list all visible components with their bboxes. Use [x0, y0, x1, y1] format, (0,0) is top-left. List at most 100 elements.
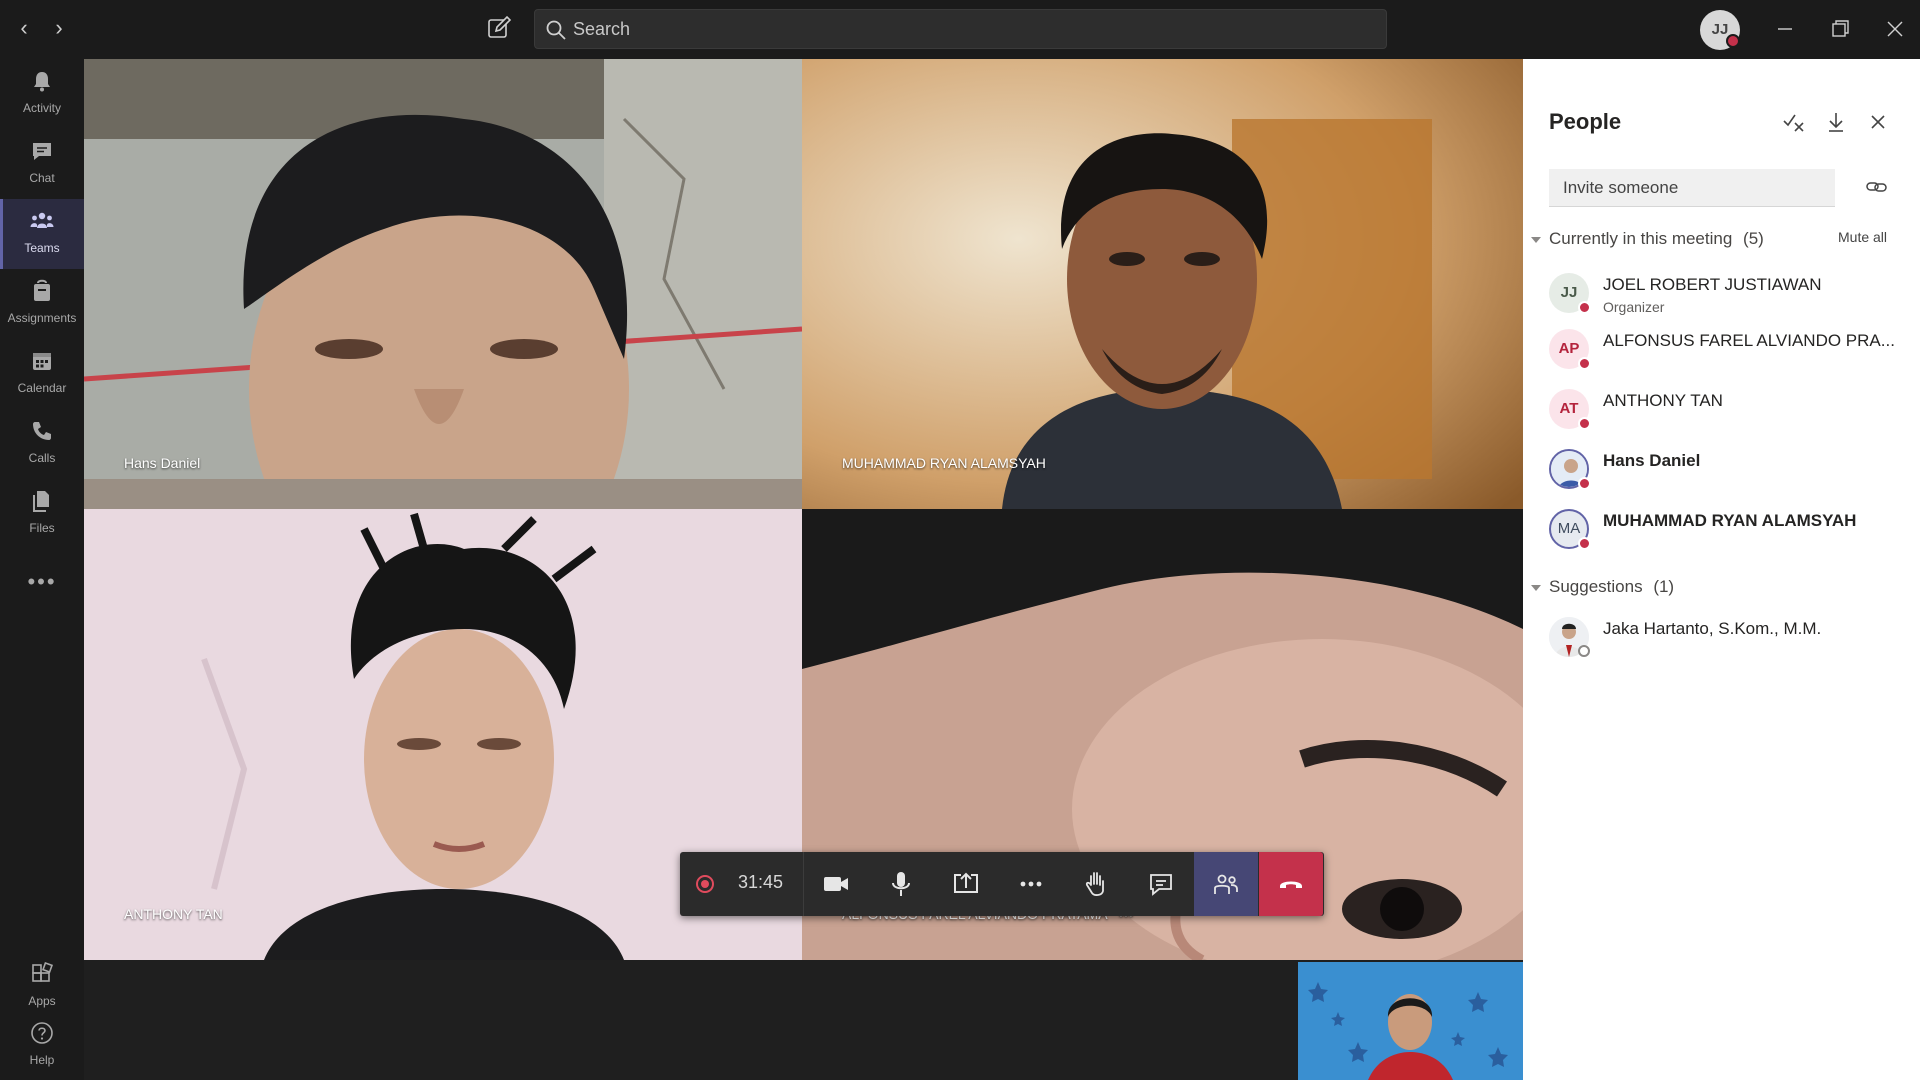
show-conversation-button[interactable]	[1129, 852, 1193, 916]
hang-up-button[interactable]	[1259, 852, 1323, 916]
video-tile-hans-daniel[interactable]: Hans Daniel	[84, 59, 802, 509]
section-count: (5)	[1743, 229, 1764, 248]
self-video	[1298, 962, 1523, 1080]
rail-item-chat[interactable]: Chat	[0, 129, 84, 199]
video-camera-icon	[824, 877, 848, 891]
rail-item-files[interactable]: Files	[0, 479, 84, 549]
section-count: (1)	[1653, 577, 1675, 596]
back-arrow-icon[interactable]: ‹	[12, 16, 36, 40]
suggestions-header[interactable]: Suggestions (1)	[1531, 577, 1674, 597]
busy-status-icon	[1726, 34, 1740, 48]
rail-item-calendar[interactable]: Calendar	[0, 339, 84, 409]
app-rail: Activity Chat Teams Assignments Calendar…	[0, 59, 84, 1080]
caret-down-icon	[1531, 236, 1541, 243]
manage-permissions-icon[interactable]	[1781, 109, 1807, 135]
mic-toggle-button[interactable]	[869, 852, 933, 916]
compose-icon[interactable]	[486, 15, 512, 41]
microphone-icon	[892, 872, 910, 896]
participant-name-label: Hans Daniel	[124, 455, 201, 471]
raise-hand-button[interactable]	[1064, 852, 1128, 916]
invite-someone-input[interactable]	[1549, 169, 1835, 207]
participant-row[interactable]: MA MUHAMMAD RYAN ALAMSYAH	[1523, 501, 1920, 557]
participant-row[interactable]: Hans Daniel	[1523, 441, 1920, 497]
busy-status-icon	[1578, 537, 1591, 550]
rail-label: Teams	[24, 241, 60, 255]
apps-icon	[32, 962, 54, 982]
assignments-icon	[34, 279, 50, 301]
user-initials: JJ	[1711, 21, 1729, 38]
more-dots-icon	[1020, 881, 1042, 887]
show-participants-button[interactable]	[1194, 852, 1258, 916]
mute-all-button[interactable]: Mute all	[1838, 229, 1887, 245]
rail-label: Apps	[28, 994, 56, 1008]
close-panel-icon[interactable]	[1865, 109, 1891, 135]
more-apps-icon[interactable]: •••	[0, 569, 84, 595]
hand-icon	[1085, 872, 1104, 896]
video-stage: Hans Daniel MUHAMMAD RYAN ALAMSYAH ANTHO…	[84, 59, 1523, 1080]
participant-name: JOEL ROBERT JUSTIAWAN	[1603, 275, 1822, 294]
people-panel: People Currently in this meeting (5) Mut…	[1523, 59, 1920, 1080]
participant-row[interactable]: JJ JOEL ROBERT JUSTIAWAN Organizer	[1523, 265, 1920, 321]
caret-down-icon	[1531, 584, 1541, 591]
rail-item-assignments[interactable]: Assignments	[0, 269, 84, 339]
suggestion-row[interactable]: Jaka Hartanto, S.Kom., M.M.	[1523, 609, 1920, 665]
participant-name: Hans Daniel	[1603, 451, 1701, 470]
download-attendance-icon[interactable]	[1823, 109, 1849, 135]
teams-icon	[30, 212, 54, 228]
participant-video	[84, 59, 802, 509]
chat-bubble-icon	[1150, 874, 1172, 896]
close-window-icon[interactable]	[1880, 14, 1910, 44]
participant-name: MUHAMMAD RYAN ALAMSYAH	[1603, 511, 1857, 530]
files-icon	[33, 491, 49, 512]
busy-status-icon	[1578, 357, 1591, 370]
rail-item-calls[interactable]: Calls	[0, 409, 84, 479]
participant-name: ANTHONY TAN	[1603, 391, 1723, 410]
rail-label: Calls	[28, 451, 56, 465]
busy-status-icon	[1578, 477, 1591, 490]
rail-label: Activity	[22, 101, 61, 115]
search-box[interactable]	[534, 9, 1387, 49]
participant-video	[802, 59, 1523, 509]
chat-icon	[33, 143, 51, 160]
participant-row[interactable]: AT ANTHONY TAN	[1523, 381, 1920, 437]
minimize-icon[interactable]	[1770, 14, 1800, 44]
avatar-initials: AT	[1559, 400, 1579, 417]
search-input[interactable]	[573, 10, 1373, 48]
calendar-icon	[33, 353, 51, 370]
busy-status-icon	[1578, 301, 1591, 314]
rail-item-help[interactable]: Help	[0, 1011, 84, 1080]
avatar-initials: JJ	[1560, 284, 1578, 301]
suggestion-name: Jaka Hartanto, S.Kom., M.M.	[1603, 619, 1822, 638]
participant-role: Organizer	[1603, 299, 1665, 315]
share-tray-icon	[954, 872, 978, 893]
participant-row[interactable]: AP ALFONSUS FAREL ALVIANDO PRA...	[1523, 321, 1920, 377]
self-view-video[interactable]	[1298, 962, 1523, 1080]
search-icon	[546, 20, 566, 40]
hang-up-phone-icon	[1280, 881, 1302, 888]
rail-label: Calendar	[17, 381, 67, 395]
busy-status-icon	[1578, 417, 1591, 430]
offline-status-icon	[1578, 645, 1590, 657]
participants-icon	[1214, 874, 1238, 894]
participant-name-label: ANTHONY TAN	[124, 906, 223, 922]
forward-arrow-icon[interactable]: ›	[47, 16, 71, 40]
camera-toggle-button[interactable]	[804, 852, 868, 916]
recording-icon	[696, 875, 714, 893]
call-timer: 31:45	[738, 872, 784, 892]
rail-label: Files	[29, 521, 55, 535]
more-actions-button[interactable]	[999, 852, 1063, 916]
restore-icon[interactable]	[1825, 14, 1855, 44]
rail-item-teams[interactable]: Teams	[0, 199, 84, 269]
current-participants-header[interactable]: Currently in this meeting (5)	[1531, 229, 1764, 249]
rail-label: Help	[29, 1053, 55, 1067]
bell-icon	[34, 72, 50, 92]
rail-item-activity[interactable]: Activity	[0, 59, 84, 129]
phone-icon	[33, 422, 51, 440]
video-tile-muhammad-ryan-alamsyah[interactable]: MUHAMMAD RYAN ALAMSYAH	[802, 59, 1523, 509]
section-label: Currently in this meeting	[1549, 229, 1733, 248]
rail-label: Chat	[29, 171, 55, 185]
participant-name: ALFONSUS FAREL ALVIANDO PRA...	[1603, 331, 1895, 350]
section-label: Suggestions	[1549, 577, 1643, 596]
share-screen-button[interactable]	[934, 852, 998, 916]
copy-link-icon[interactable]	[1865, 175, 1889, 199]
